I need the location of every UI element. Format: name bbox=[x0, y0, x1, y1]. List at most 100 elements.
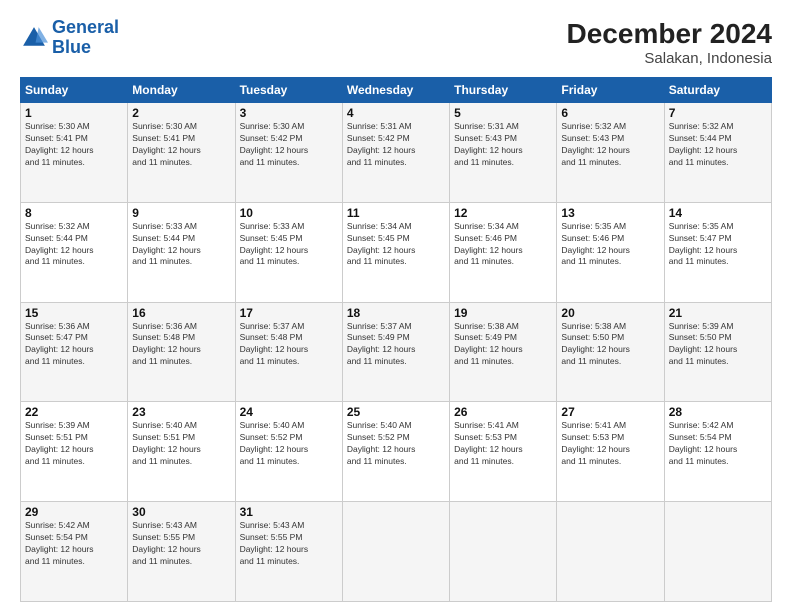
calendar-day-cell: 20Sunrise: 5:38 AM Sunset: 5:50 PM Dayli… bbox=[557, 302, 664, 402]
calendar-day-cell: 16Sunrise: 5:36 AM Sunset: 5:48 PM Dayli… bbox=[128, 302, 235, 402]
calendar-day-cell: 2Sunrise: 5:30 AM Sunset: 5:41 PM Daylig… bbox=[128, 103, 235, 203]
day-info: Sunrise: 5:34 AM Sunset: 5:45 PM Dayligh… bbox=[347, 221, 445, 269]
day-number: 13 bbox=[561, 206, 659, 220]
calendar-day-cell: 19Sunrise: 5:38 AM Sunset: 5:49 PM Dayli… bbox=[450, 302, 557, 402]
day-number: 9 bbox=[132, 206, 230, 220]
calendar-day-cell: 30Sunrise: 5:43 AM Sunset: 5:55 PM Dayli… bbox=[128, 502, 235, 602]
calendar-week-row: 15Sunrise: 5:36 AM Sunset: 5:47 PM Dayli… bbox=[21, 302, 772, 402]
calendar-day-cell: 6Sunrise: 5:32 AM Sunset: 5:43 PM Daylig… bbox=[557, 103, 664, 203]
day-number: 28 bbox=[669, 405, 767, 419]
day-info: Sunrise: 5:39 AM Sunset: 5:51 PM Dayligh… bbox=[25, 420, 123, 468]
day-number: 1 bbox=[25, 106, 123, 120]
calendar-day-cell: 22Sunrise: 5:39 AM Sunset: 5:51 PM Dayli… bbox=[21, 402, 128, 502]
day-number: 10 bbox=[240, 206, 338, 220]
day-number: 3 bbox=[240, 106, 338, 120]
day-number: 18 bbox=[347, 306, 445, 320]
calendar-day-cell: 8Sunrise: 5:32 AM Sunset: 5:44 PM Daylig… bbox=[21, 202, 128, 302]
calendar-week-row: 29Sunrise: 5:42 AM Sunset: 5:54 PM Dayli… bbox=[21, 502, 772, 602]
calendar-week-row: 1Sunrise: 5:30 AM Sunset: 5:41 PM Daylig… bbox=[21, 103, 772, 203]
day-info: Sunrise: 5:31 AM Sunset: 5:42 PM Dayligh… bbox=[347, 121, 445, 169]
day-info: Sunrise: 5:41 AM Sunset: 5:53 PM Dayligh… bbox=[561, 420, 659, 468]
day-info: Sunrise: 5:35 AM Sunset: 5:46 PM Dayligh… bbox=[561, 221, 659, 269]
calendar-day-cell: 31Sunrise: 5:43 AM Sunset: 5:55 PM Dayli… bbox=[235, 502, 342, 602]
day-number: 14 bbox=[669, 206, 767, 220]
header: General Blue December 2024 Salakan, Indo… bbox=[20, 18, 772, 67]
calendar-header-thursday: Thursday bbox=[450, 78, 557, 103]
day-info: Sunrise: 5:40 AM Sunset: 5:52 PM Dayligh… bbox=[347, 420, 445, 468]
day-number: 16 bbox=[132, 306, 230, 320]
calendar-day-cell: 18Sunrise: 5:37 AM Sunset: 5:49 PM Dayli… bbox=[342, 302, 449, 402]
calendar-day-cell bbox=[557, 502, 664, 602]
day-info: Sunrise: 5:32 AM Sunset: 5:44 PM Dayligh… bbox=[669, 121, 767, 169]
day-info: Sunrise: 5:42 AM Sunset: 5:54 PM Dayligh… bbox=[669, 420, 767, 468]
day-info: Sunrise: 5:37 AM Sunset: 5:48 PM Dayligh… bbox=[240, 321, 338, 369]
day-info: Sunrise: 5:36 AM Sunset: 5:48 PM Dayligh… bbox=[132, 321, 230, 369]
day-number: 20 bbox=[561, 306, 659, 320]
calendar-day-cell: 4Sunrise: 5:31 AM Sunset: 5:42 PM Daylig… bbox=[342, 103, 449, 203]
day-info: Sunrise: 5:39 AM Sunset: 5:50 PM Dayligh… bbox=[669, 321, 767, 369]
page-subtitle: Salakan, Indonesia bbox=[567, 50, 772, 67]
logo-icon bbox=[20, 24, 48, 52]
calendar-day-cell: 12Sunrise: 5:34 AM Sunset: 5:46 PM Dayli… bbox=[450, 202, 557, 302]
day-info: Sunrise: 5:35 AM Sunset: 5:47 PM Dayligh… bbox=[669, 221, 767, 269]
day-number: 7 bbox=[669, 106, 767, 120]
calendar-header-monday: Monday bbox=[128, 78, 235, 103]
calendar-header-saturday: Saturday bbox=[664, 78, 771, 103]
calendar-day-cell: 9Sunrise: 5:33 AM Sunset: 5:44 PM Daylig… bbox=[128, 202, 235, 302]
day-number: 19 bbox=[454, 306, 552, 320]
day-info: Sunrise: 5:30 AM Sunset: 5:41 PM Dayligh… bbox=[25, 121, 123, 169]
day-info: Sunrise: 5:33 AM Sunset: 5:44 PM Dayligh… bbox=[132, 221, 230, 269]
calendar-day-cell: 14Sunrise: 5:35 AM Sunset: 5:47 PM Dayli… bbox=[664, 202, 771, 302]
calendar-day-cell: 11Sunrise: 5:34 AM Sunset: 5:45 PM Dayli… bbox=[342, 202, 449, 302]
calendar-week-row: 22Sunrise: 5:39 AM Sunset: 5:51 PM Dayli… bbox=[21, 402, 772, 502]
day-number: 31 bbox=[240, 505, 338, 519]
day-number: 11 bbox=[347, 206, 445, 220]
day-info: Sunrise: 5:43 AM Sunset: 5:55 PM Dayligh… bbox=[240, 520, 338, 568]
day-number: 22 bbox=[25, 405, 123, 419]
day-number: 25 bbox=[347, 405, 445, 419]
logo-line2: Blue bbox=[52, 37, 91, 57]
day-info: Sunrise: 5:37 AM Sunset: 5:49 PM Dayligh… bbox=[347, 321, 445, 369]
calendar-table: SundayMondayTuesdayWednesdayThursdayFrid… bbox=[20, 77, 772, 602]
calendar-day-cell: 28Sunrise: 5:42 AM Sunset: 5:54 PM Dayli… bbox=[664, 402, 771, 502]
calendar-day-cell: 17Sunrise: 5:37 AM Sunset: 5:48 PM Dayli… bbox=[235, 302, 342, 402]
calendar-day-cell: 3Sunrise: 5:30 AM Sunset: 5:42 PM Daylig… bbox=[235, 103, 342, 203]
calendar-day-cell: 13Sunrise: 5:35 AM Sunset: 5:46 PM Dayli… bbox=[557, 202, 664, 302]
page: General Blue December 2024 Salakan, Indo… bbox=[0, 0, 792, 612]
day-info: Sunrise: 5:42 AM Sunset: 5:54 PM Dayligh… bbox=[25, 520, 123, 568]
calendar-week-row: 8Sunrise: 5:32 AM Sunset: 5:44 PM Daylig… bbox=[21, 202, 772, 302]
day-number: 27 bbox=[561, 405, 659, 419]
day-info: Sunrise: 5:36 AM Sunset: 5:47 PM Dayligh… bbox=[25, 321, 123, 369]
day-info: Sunrise: 5:43 AM Sunset: 5:55 PM Dayligh… bbox=[132, 520, 230, 568]
day-info: Sunrise: 5:32 AM Sunset: 5:44 PM Dayligh… bbox=[25, 221, 123, 269]
logo-text: General Blue bbox=[52, 18, 119, 58]
day-info: Sunrise: 5:32 AM Sunset: 5:43 PM Dayligh… bbox=[561, 121, 659, 169]
calendar-day-cell: 1Sunrise: 5:30 AM Sunset: 5:41 PM Daylig… bbox=[21, 103, 128, 203]
calendar-day-cell bbox=[342, 502, 449, 602]
day-number: 30 bbox=[132, 505, 230, 519]
calendar-header-tuesday: Tuesday bbox=[235, 78, 342, 103]
day-info: Sunrise: 5:38 AM Sunset: 5:49 PM Dayligh… bbox=[454, 321, 552, 369]
calendar-day-cell: 26Sunrise: 5:41 AM Sunset: 5:53 PM Dayli… bbox=[450, 402, 557, 502]
calendar-day-cell: 25Sunrise: 5:40 AM Sunset: 5:52 PM Dayli… bbox=[342, 402, 449, 502]
day-info: Sunrise: 5:30 AM Sunset: 5:41 PM Dayligh… bbox=[132, 121, 230, 169]
day-number: 2 bbox=[132, 106, 230, 120]
calendar-day-cell: 27Sunrise: 5:41 AM Sunset: 5:53 PM Dayli… bbox=[557, 402, 664, 502]
calendar-day-cell: 23Sunrise: 5:40 AM Sunset: 5:51 PM Dayli… bbox=[128, 402, 235, 502]
day-info: Sunrise: 5:33 AM Sunset: 5:45 PM Dayligh… bbox=[240, 221, 338, 269]
day-info: Sunrise: 5:34 AM Sunset: 5:46 PM Dayligh… bbox=[454, 221, 552, 269]
day-number: 24 bbox=[240, 405, 338, 419]
day-info: Sunrise: 5:40 AM Sunset: 5:51 PM Dayligh… bbox=[132, 420, 230, 468]
calendar-day-cell: 15Sunrise: 5:36 AM Sunset: 5:47 PM Dayli… bbox=[21, 302, 128, 402]
day-info: Sunrise: 5:41 AM Sunset: 5:53 PM Dayligh… bbox=[454, 420, 552, 468]
calendar-day-cell: 10Sunrise: 5:33 AM Sunset: 5:45 PM Dayli… bbox=[235, 202, 342, 302]
logo: General Blue bbox=[20, 18, 119, 58]
calendar-header-sunday: Sunday bbox=[21, 78, 128, 103]
day-number: 26 bbox=[454, 405, 552, 419]
day-number: 5 bbox=[454, 106, 552, 120]
logo-line1: General bbox=[52, 17, 119, 37]
calendar-day-cell: 24Sunrise: 5:40 AM Sunset: 5:52 PM Dayli… bbox=[235, 402, 342, 502]
day-number: 8 bbox=[25, 206, 123, 220]
calendar-day-cell: 5Sunrise: 5:31 AM Sunset: 5:43 PM Daylig… bbox=[450, 103, 557, 203]
day-number: 4 bbox=[347, 106, 445, 120]
